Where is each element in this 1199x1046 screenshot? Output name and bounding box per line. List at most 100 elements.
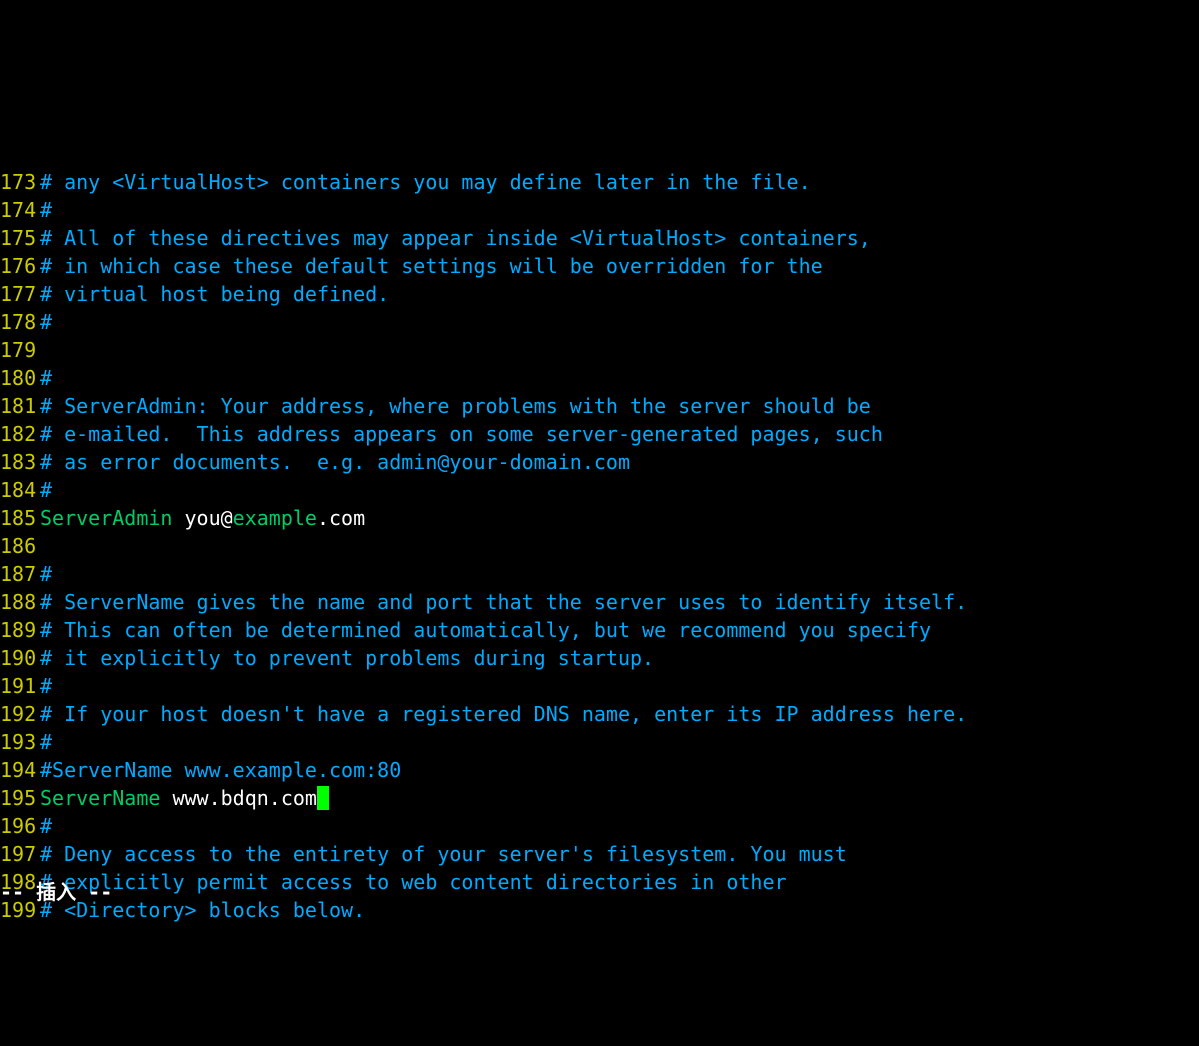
- code-line[interactable]: 194#ServerName www.example.com:80: [0, 756, 1199, 784]
- code-line[interactable]: 178#: [0, 308, 1199, 336]
- line-content[interactable]: #ServerName www.example.com:80: [40, 756, 1199, 784]
- line-content[interactable]: #: [40, 560, 1199, 588]
- line-content[interactable]: # as error documents. e.g. admin@your-do…: [40, 448, 1199, 476]
- code-segment: example: [233, 506, 317, 530]
- code-line[interactable]: 179: [0, 336, 1199, 364]
- code-line[interactable]: 190# it explicitly to prevent problems d…: [0, 644, 1199, 672]
- line-number: 197: [0, 840, 40, 868]
- line-number: 177: [0, 280, 40, 308]
- code-line[interactable]: 199# <Directory> blocks below.: [0, 896, 1199, 924]
- line-content[interactable]: # it explicitly to prevent problems duri…: [40, 644, 1199, 672]
- code-line[interactable]: 184#: [0, 476, 1199, 504]
- line-content[interactable]: #: [40, 308, 1199, 336]
- code-line[interactable]: 181# ServerAdmin: Your address, where pr…: [0, 392, 1199, 420]
- code-line[interactable]: 186: [0, 532, 1199, 560]
- code-line[interactable]: 187#: [0, 560, 1199, 588]
- code-line[interactable]: 182# e-mailed. This address appears on s…: [0, 420, 1199, 448]
- line-content[interactable]: # All of these directives may appear ins…: [40, 224, 1199, 252]
- line-content[interactable]: # <Directory> blocks below.: [40, 896, 1199, 924]
- code-line[interactable]: 191#: [0, 672, 1199, 700]
- line-number: 175: [0, 224, 40, 252]
- line-content[interactable]: # virtual host being defined.: [40, 280, 1199, 308]
- code-segment: # virtual host being defined.: [40, 282, 389, 306]
- code-segment: # e-mailed. This address appears on some…: [40, 422, 883, 446]
- code-line[interactable]: 185ServerAdmin you@example.com: [0, 504, 1199, 532]
- code-segment: # All of these directives may appear ins…: [40, 226, 871, 250]
- code-segment: # in which case these default settings w…: [40, 254, 823, 278]
- code-segment: #: [40, 366, 52, 390]
- line-number: 174: [0, 196, 40, 224]
- code-line[interactable]: 175# All of these directives may appear …: [0, 224, 1199, 252]
- code-line[interactable]: 193#: [0, 728, 1199, 756]
- line-number: 194: [0, 756, 40, 784]
- line-number: 178: [0, 308, 40, 336]
- code-line[interactable]: 192# If your host doesn't have a registe…: [0, 700, 1199, 728]
- line-number: 176: [0, 252, 40, 280]
- code-segment: #: [40, 198, 52, 222]
- line-content[interactable]: #: [40, 672, 1199, 700]
- line-content[interactable]: #: [40, 364, 1199, 392]
- code-segment: # as error documents. e.g. admin@your-do…: [40, 450, 630, 474]
- line-content[interactable]: # This can often be determined automatic…: [40, 616, 1199, 644]
- line-number: 191: [0, 672, 40, 700]
- code-line[interactable]: 196#: [0, 812, 1199, 840]
- line-number: 186: [0, 532, 40, 560]
- line-number: 179: [0, 336, 40, 364]
- code-line[interactable]: 177# virtual host being defined.: [0, 280, 1199, 308]
- line-number: 187: [0, 560, 40, 588]
- code-segment: #: [40, 730, 52, 754]
- code-line[interactable]: 197# Deny access to the entirety of your…: [0, 840, 1199, 868]
- code-segment: # it explicitly to prevent problems duri…: [40, 646, 654, 670]
- code-segment: # ServerName gives the name and port tha…: [40, 590, 967, 614]
- line-content[interactable]: [40, 532, 1199, 560]
- line-content[interactable]: # Deny access to the entirety of your se…: [40, 840, 1199, 868]
- vim-status-line: -- 插入 --: [0, 878, 112, 906]
- code-line[interactable]: 183# as error documents. e.g. admin@your…: [0, 448, 1199, 476]
- line-content[interactable]: # any <VirtualHost> containers you may d…: [40, 168, 1199, 196]
- code-line[interactable]: 173# any <VirtualHost> containers you ma…: [0, 168, 1199, 196]
- line-content[interactable]: #: [40, 196, 1199, 224]
- code-line[interactable]: 176# in which case these default setting…: [0, 252, 1199, 280]
- code-line[interactable]: 188# ServerName gives the name and port …: [0, 588, 1199, 616]
- code-segment: you@: [172, 506, 232, 530]
- cursor-icon: [317, 786, 329, 810]
- line-content[interactable]: # e-mailed. This address appears on some…: [40, 420, 1199, 448]
- line-content[interactable]: # in which case these default settings w…: [40, 252, 1199, 280]
- line-content[interactable]: # explicitly permit access to web conten…: [40, 868, 1199, 896]
- line-content[interactable]: ServerName www.bdqn.com: [40, 784, 1199, 812]
- code-line[interactable]: 180#: [0, 364, 1199, 392]
- code-line[interactable]: 189# This can often be determined automa…: [0, 616, 1199, 644]
- line-number: 173: [0, 168, 40, 196]
- code-segment: # Deny access to the entirety of your se…: [40, 842, 847, 866]
- code-line[interactable]: 195ServerName www.bdqn.com: [0, 784, 1199, 812]
- line-content[interactable]: ServerAdmin you@example.com: [40, 504, 1199, 532]
- line-number: 183: [0, 448, 40, 476]
- line-content[interactable]: #: [40, 728, 1199, 756]
- code-line[interactable]: 198# explicitly permit access to web con…: [0, 868, 1199, 896]
- line-content[interactable]: # ServerName gives the name and port tha…: [40, 588, 1199, 616]
- line-number: 180: [0, 364, 40, 392]
- line-content[interactable]: [40, 336, 1199, 364]
- line-number: 189: [0, 616, 40, 644]
- line-content[interactable]: #: [40, 476, 1199, 504]
- line-number: 195: [0, 784, 40, 812]
- line-content[interactable]: #: [40, 812, 1199, 840]
- line-number: 188: [0, 588, 40, 616]
- code-area[interactable]: 173# any <VirtualHost> containers you ma…: [0, 168, 1199, 924]
- vim-editor[interactable]: 173# any <VirtualHost> containers you ma…: [0, 112, 1199, 906]
- code-segment: # This can often be determined automatic…: [40, 618, 931, 642]
- line-number: 181: [0, 392, 40, 420]
- line-content[interactable]: # ServerAdmin: Your address, where probl…: [40, 392, 1199, 420]
- line-number: 192: [0, 700, 40, 728]
- line-number: 185: [0, 504, 40, 532]
- line-content[interactable]: # If your host doesn't have a registered…: [40, 700, 1199, 728]
- code-segment: .com: [317, 506, 365, 530]
- line-number: 182: [0, 420, 40, 448]
- code-segment: # If your host doesn't have a registered…: [40, 702, 967, 726]
- code-segment: # any <VirtualHost> containers you may d…: [40, 170, 811, 194]
- line-number: 196: [0, 812, 40, 840]
- code-segment: #: [40, 562, 52, 586]
- code-segment: #: [40, 478, 52, 502]
- code-segment: # ServerAdmin: Your address, where probl…: [40, 394, 871, 418]
- code-line[interactable]: 174#: [0, 196, 1199, 224]
